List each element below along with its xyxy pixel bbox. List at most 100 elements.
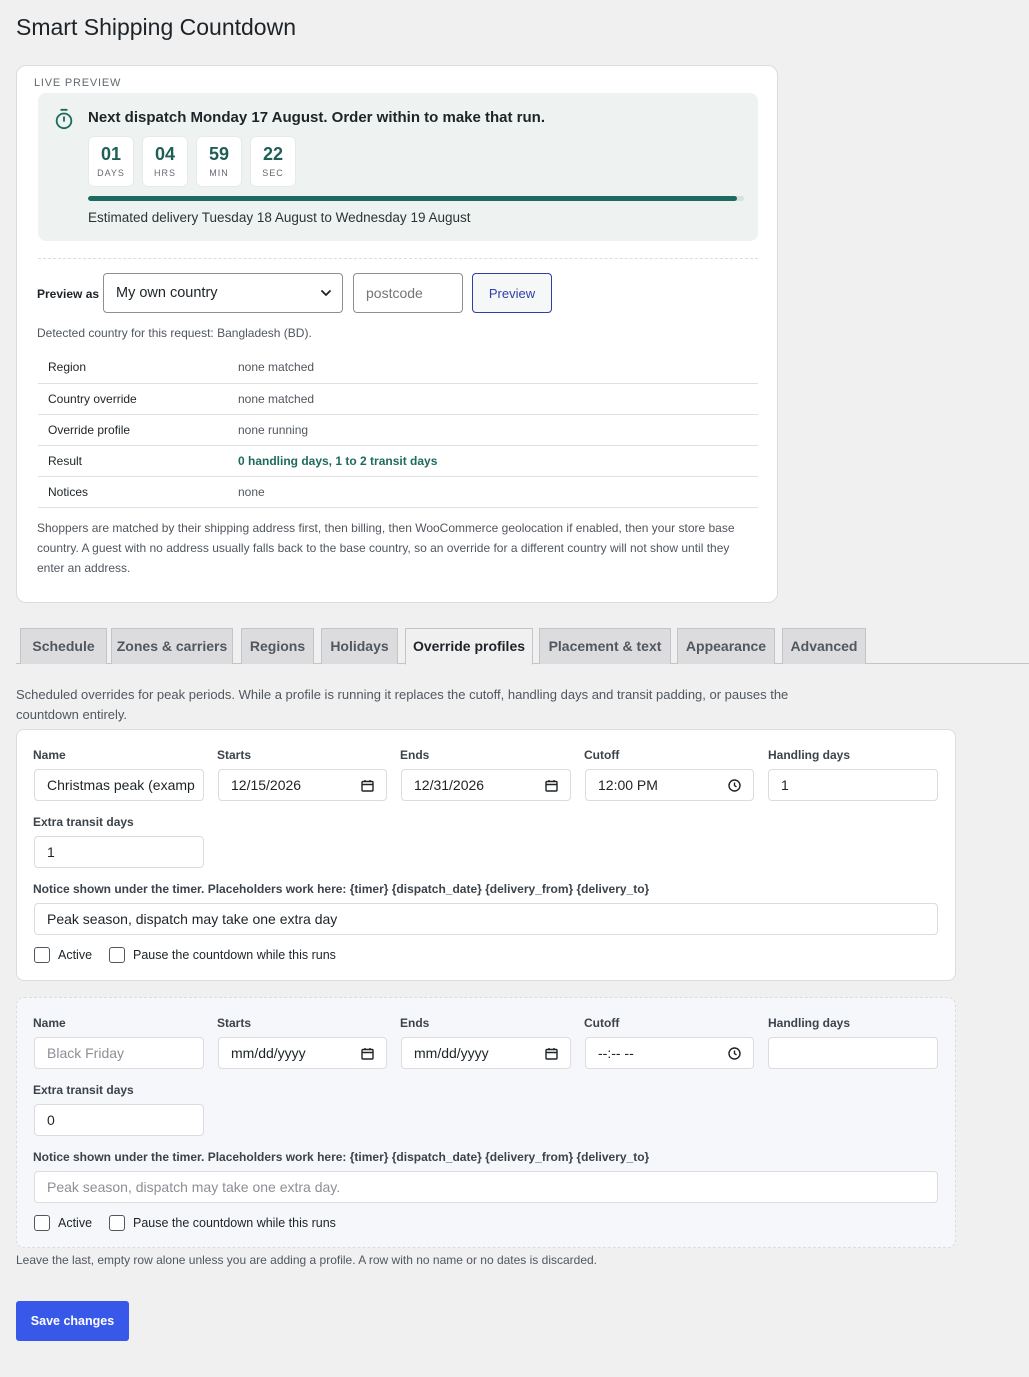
starts-date-input[interactable]: mm/dd/yyyy [218,1037,387,1069]
countdown-progress-fill [88,196,738,201]
tab-regions[interactable]: Regions [241,628,314,664]
active-checkbox[interactable]: Active [34,947,92,963]
countdown-box: Next dispatch Monday 17 August. Order wi… [38,93,758,241]
preview-as-label: Preview as [37,287,100,301]
tab-schedule[interactable]: Schedule [20,628,107,664]
pause-checkbox[interactable]: Pause the countdown while this runs [109,947,336,963]
estimated-delivery: Estimated delivery Tuesday 18 August to … [88,210,471,225]
diagnostics-table: Region none matched Country override non… [38,352,758,508]
pause-checkbox-label: Pause the countdown while this runs [133,1216,336,1230]
row-key: Override profile [38,414,228,446]
table-row: Override profile none running [38,414,758,446]
countdown-days-value: 01 [100,144,122,164]
cutoff-label: Cutoff [584,748,620,762]
tab-override-profiles[interactable]: Override profiles [405,628,533,665]
calendar-icon[interactable] [545,1047,558,1060]
row-key: Notices [38,476,228,508]
starts-date-input[interactable]: 12/15/2026 [218,769,387,801]
ends-date-value: 12/31/2026 [414,777,485,793]
extra-transit-label: Extra transit days [33,815,134,829]
pause-checkbox[interactable]: Pause the countdown while this runs [109,1215,336,1231]
checkbox-box[interactable] [34,947,50,963]
table-row: Notices none [38,476,758,508]
checkbox-box[interactable] [34,1215,50,1231]
calendar-icon[interactable] [361,779,374,792]
countdown-seconds: 22 SEC [250,136,296,187]
cutoff-time-value: 12:00 PM [598,777,658,793]
settings-tabs: Schedule Zones & carriers Regions Holida… [16,628,1029,665]
countdown-hours-label: HRS [153,168,176,178]
profile-name-input[interactable]: Christmas peak (examp [34,769,204,801]
countdown-seconds-label: SEC [262,168,284,178]
profile-name-input[interactable]: Black Friday [34,1037,204,1069]
cutoff-time-input[interactable]: 12:00 PM [585,769,754,801]
checkbox-box[interactable] [109,947,125,963]
name-label: Name [33,1016,66,1030]
notice-label: Notice shown under the timer. Placeholde… [33,1150,650,1164]
name-label: Name [33,748,66,762]
active-checkbox-label: Active [58,948,93,962]
preview-button[interactable]: Preview [472,273,552,313]
row-value: none matched [228,383,758,415]
save-changes-button[interactable]: Save changes [16,1301,129,1341]
calendar-icon[interactable] [545,779,558,792]
chevron-down-icon [321,290,331,296]
active-checkbox-label: Active [58,1216,93,1230]
live-preview-card: LIVE PREVIEW Next dispatch Monday 17 Aug… [16,65,778,603]
cutoff-time-input[interactable]: --:-- -- [585,1037,754,1069]
page-title: Smart Shipping Countdown [16,14,296,40]
live-preview-label: LIVE PREVIEW [34,77,122,89]
active-checkbox[interactable]: Active [34,1215,92,1231]
ends-date-input[interactable]: mm/dd/yyyy [401,1037,571,1069]
tab-appearance[interactable]: Appearance [677,628,775,664]
clock-icon[interactable] [728,779,741,792]
countdown-hours-value: 04 [154,144,176,164]
starts-label: Starts [217,1016,252,1030]
country-select-value: My own country [116,285,218,301]
clock-icon[interactable] [728,1047,741,1060]
profiles-footer-note: Leave the last, empty row alone unless y… [16,1253,598,1267]
divider [38,258,758,259]
row-value: none running [228,414,758,446]
handling-days-input[interactable] [768,1037,938,1069]
ends-label: Ends [400,748,430,762]
postcode-input[interactable] [353,273,463,313]
starts-date-value: mm/dd/yyyy [231,1045,306,1061]
countdown-units: 01 DAYS 04 HRS 59 MIN 22 SEC [88,136,296,187]
row-value: none matched [228,352,758,384]
tab-advanced[interactable]: Advanced [782,628,866,664]
countdown-hours: 04 HRS [142,136,188,187]
table-row: Region none matched [38,352,758,384]
handling-days-label: Handling days [768,748,851,762]
handling-days-input[interactable]: 1 [768,769,938,801]
row-key: Region [38,352,228,384]
countdown-headline: Next dispatch Monday 17 August. Order wi… [88,109,546,126]
tab-zones-carriers[interactable]: Zones & carriers [111,628,233,664]
matching-note: Shoppers are matched by their shipping a… [37,521,735,575]
countdown-seconds-value: 22 [262,144,284,164]
pause-checkbox-label: Pause the countdown while this runs [133,948,336,962]
row-value: none [228,476,758,508]
table-row: Result 0 handling days, 1 to 2 transit d… [38,445,758,477]
starts-date-value: 12/15/2026 [231,777,302,793]
extra-transit-input[interactable]: 0 [34,1104,204,1136]
cutoff-time-value: --:-- -- [598,1045,634,1061]
ends-date-value: mm/dd/yyyy [414,1045,489,1061]
row-value-result: 0 handling days, 1 to 2 transit days [228,445,758,477]
notice-input[interactable]: Peak season, dispatch may take one extra… [34,1171,938,1203]
tab-placement-text[interactable]: Placement & text [539,628,671,664]
tab-holidays[interactable]: Holidays [321,628,398,664]
stopwatch-icon [55,108,73,130]
countdown-days: 01 DAYS [88,136,134,187]
extra-transit-input[interactable]: 1 [34,836,204,868]
overrides-intro: Scheduled overrides for peak periods. Wh… [16,687,789,722]
detected-country: Detected country for this request: Bangl… [37,326,312,340]
checkbox-box[interactable] [109,1215,125,1231]
notice-input[interactable]: Peak season, dispatch may take one extra… [34,903,938,935]
calendar-icon[interactable] [361,1047,374,1060]
countdown-progress-bar [88,196,744,201]
row-key: Result [38,445,228,477]
country-select[interactable]: My own country [103,273,343,313]
ends-date-input[interactable]: 12/31/2026 [401,769,571,801]
notice-label: Notice shown under the timer. Placeholde… [33,882,650,896]
